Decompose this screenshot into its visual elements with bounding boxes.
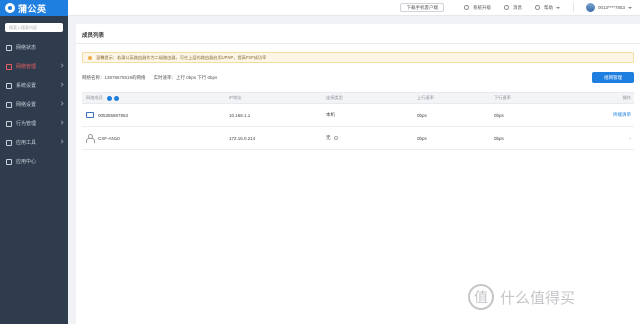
sidebar-item-label: 系统设置 xyxy=(16,83,37,89)
sidebar-item-network-status[interactable]: 网络状态 xyxy=(0,38,68,57)
system-upgrade-link[interactable]: 系统升级 xyxy=(463,4,491,11)
toolbox-icon xyxy=(6,139,12,146)
action-cell: - xyxy=(629,135,632,141)
caret-down-icon xyxy=(555,6,560,9)
terminal-list-link[interactable]: 终端清单 xyxy=(576,112,634,118)
table-row: CXF-AN10 172.16.0.214 无 0bps 0bps - xyxy=(82,127,634,150)
main-panel: 成员列表 温馨提示：若蒲公英路由器作为二级路由器，可在上层的路由器启用UPNP，… xyxy=(76,24,640,324)
table-header: 网络成员 IP地址 连接类型 上行速率 下行速率 操作 xyxy=(82,92,634,104)
download-cell: 0bps xyxy=(494,112,504,118)
messages-label: 消息 xyxy=(512,4,522,10)
member-name: CXF-AN10 xyxy=(98,135,120,141)
filter-icon[interactable] xyxy=(106,95,112,101)
ip-cell: 10.168.1.1 xyxy=(229,112,251,118)
notice-text: 温馨提示：若蒲公英路由器作为二级路由器，可在上层的路由器启用UPNP，提高P2P… xyxy=(96,54,267,60)
question-icon[interactable] xyxy=(333,136,338,140)
sidebar-item-network-settings[interactable]: 网络设置 xyxy=(0,95,68,114)
ip-cell: 172.16.0.214 xyxy=(229,135,256,141)
member-cell: 005355867853 xyxy=(82,112,229,118)
table-row: 005355867853 10.168.1.1 本机 0bps 0bps 终端清… xyxy=(82,104,634,127)
app-logo[interactable]: 蒲公英 xyxy=(0,0,68,16)
help-label: 帮助 xyxy=(543,4,553,10)
header-type: 连接类型 xyxy=(326,95,343,100)
page-title: 成员列表 xyxy=(82,33,105,39)
sidebar-item-label: 行为管理 xyxy=(16,121,37,127)
sidebar-item-system-settings[interactable]: 系统设置 xyxy=(0,76,68,95)
help-menu[interactable]: 帮助 xyxy=(534,4,560,11)
watermark-text: 什么值得买 xyxy=(500,289,576,307)
bell-icon xyxy=(503,5,509,10)
top-bar: 下载手机客户端 系统升级 消息 帮助 0013****7853 xyxy=(68,0,640,16)
sidebar-item-label: 应用工具 xyxy=(16,140,37,146)
chevron-down-icon xyxy=(59,139,64,144)
sidebar-item-label: 应用中心 xyxy=(16,159,37,165)
user-menu[interactable]: 0013****7853 xyxy=(585,3,632,12)
help-icon xyxy=(534,5,540,10)
sidebar: 蒲公英 网络状态 网络管理 系统设置 网络设置 行为管理 应用工具 应用中心 xyxy=(0,0,68,324)
upload-cell: 0bps xyxy=(417,135,427,141)
column-label: 网络成员 xyxy=(86,95,103,100)
realtime-speed: 实时速率：上行 0bps 下行 0bps xyxy=(153,75,218,80)
chevron-down-icon xyxy=(59,120,64,125)
sidebar-item-label: 网络管理 xyxy=(16,64,37,70)
router-icon xyxy=(86,112,94,118)
network-name: 网络名称：13878675519的网络 xyxy=(82,75,146,80)
warning-icon xyxy=(88,55,92,60)
sidebar-item-label: 网络状态 xyxy=(16,45,37,51)
members-table: 网络成员 IP地址 连接类型 上行速率 下行速率 操作 005355867853… xyxy=(82,92,634,150)
avatar xyxy=(585,3,595,12)
grid-icon xyxy=(6,158,12,165)
notice-banner: 温馨提示：若蒲公英路由器作为二级路由器，可在上层的路由器启用UPNP，提高P2P… xyxy=(82,52,634,63)
refresh-icon[interactable] xyxy=(113,95,119,101)
logo-text: 蒲公英 xyxy=(18,3,47,14)
network-info: 网络名称：13878675519的网络 实时速率：上行 0bps 下行 0bps xyxy=(82,75,225,81)
chevron-down-icon xyxy=(59,63,64,68)
member-name: 005355867853 xyxy=(98,112,129,118)
sidebar-item-label: 网络设置 xyxy=(16,102,37,108)
gear-icon xyxy=(6,82,12,89)
member-cell: CXF-AN10 xyxy=(82,134,229,143)
watermark: 值 什么值得买 xyxy=(468,284,575,310)
chevron-down-icon xyxy=(59,82,64,87)
upgrade-icon xyxy=(463,5,469,10)
sidebar-search-input[interactable] xyxy=(9,25,63,30)
globe-icon xyxy=(6,101,12,108)
dandelion-logo-icon xyxy=(5,3,15,13)
header-action: 操作 xyxy=(622,95,631,100)
network-icon xyxy=(6,63,12,70)
sidebar-item-app-center[interactable]: 应用中心 xyxy=(0,152,68,171)
header-download: 下行速率 xyxy=(494,95,511,100)
system-upgrade-label: 系统升级 xyxy=(472,4,491,10)
sidebar-item-behavior[interactable]: 行为管理 xyxy=(0,114,68,133)
shield-icon xyxy=(6,120,12,127)
watermark-logo: 值 xyxy=(468,284,494,310)
chevron-down-icon xyxy=(59,101,64,106)
monitor-icon xyxy=(6,44,12,51)
header-member: 网络成员 xyxy=(82,95,229,101)
sidebar-search xyxy=(5,23,63,32)
divider xyxy=(572,3,574,12)
type-cell: 无 xyxy=(326,135,417,141)
sidebar-item-tools[interactable]: 应用工具 xyxy=(0,133,68,152)
download-cell: 0bps xyxy=(494,135,504,141)
header-ip: IP地址 xyxy=(229,95,242,100)
upload-cell: 0bps xyxy=(417,112,427,118)
user-name: 0013****7853 xyxy=(597,5,625,10)
type-cell: 本机 xyxy=(326,112,335,117)
messages-link[interactable]: 消息 xyxy=(503,4,522,11)
type-label: 无 xyxy=(326,135,331,140)
user-icon xyxy=(86,134,95,143)
download-client-button[interactable]: 下载手机客户端 xyxy=(400,3,444,12)
divider xyxy=(76,43,640,44)
caret-down-icon xyxy=(628,6,632,9)
network-manage-button[interactable]: 组网管理 xyxy=(592,72,634,83)
header-upload: 上行速率 xyxy=(417,95,434,100)
sidebar-item-network-manage[interactable]: 网络管理 xyxy=(0,57,68,76)
